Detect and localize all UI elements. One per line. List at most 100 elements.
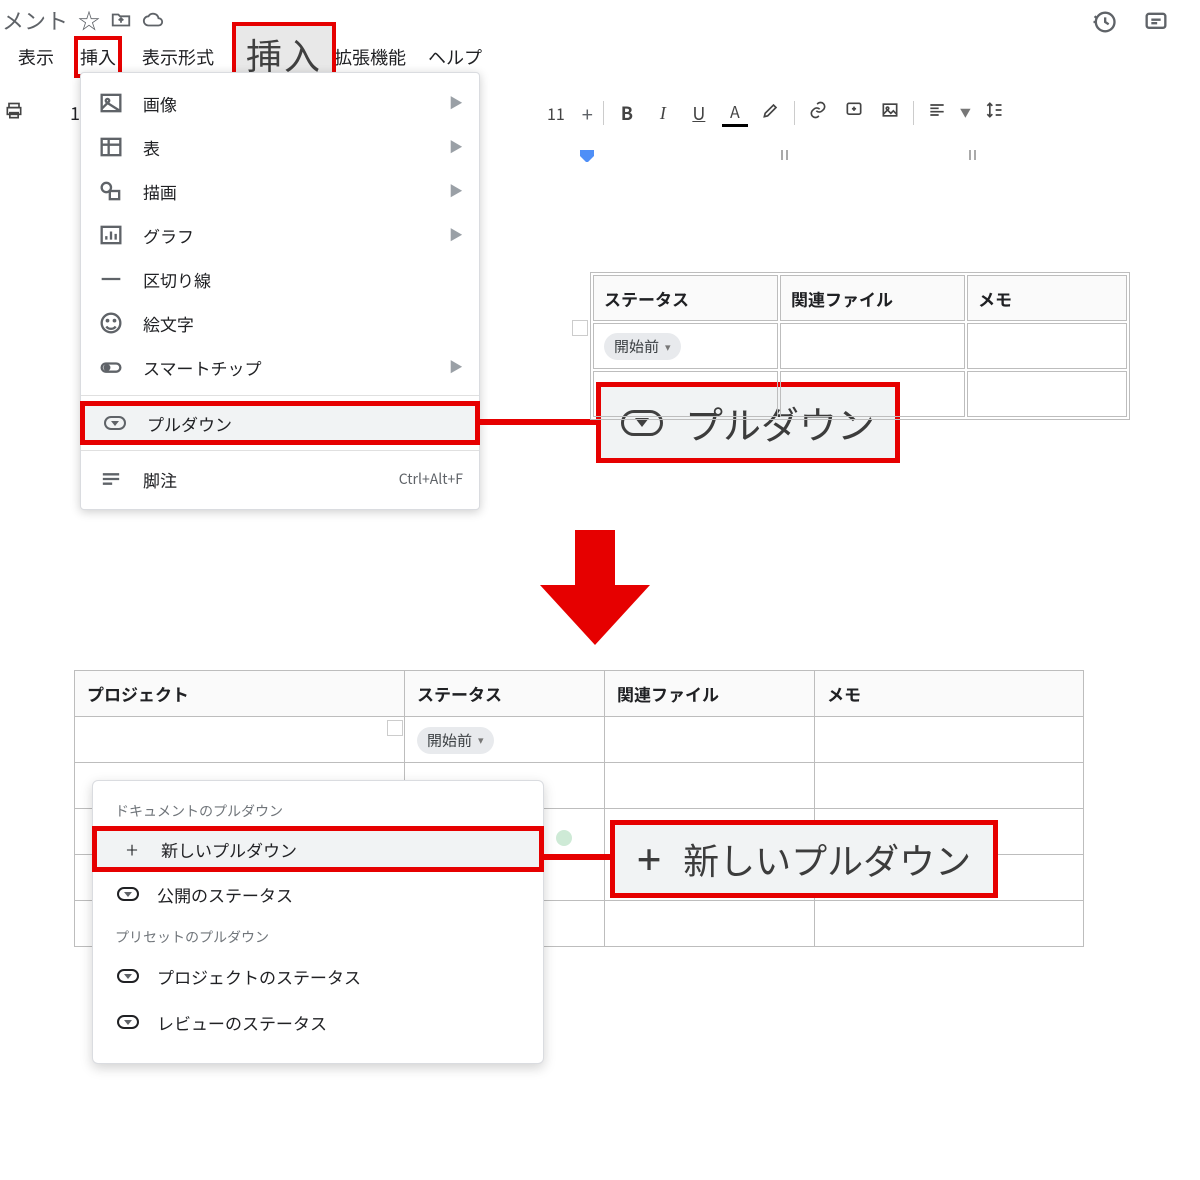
submenu-arrow-icon: ▶ bbox=[449, 93, 463, 113]
chip-green-icon bbox=[556, 830, 572, 846]
bold-button[interactable]: B bbox=[614, 100, 640, 126]
cloud-icon[interactable] bbox=[142, 9, 164, 31]
submenu-arrow-icon: ▶ bbox=[449, 181, 463, 201]
menu-view[interactable]: 表示 bbox=[16, 40, 56, 74]
menu-item-label: プルダウン bbox=[147, 411, 232, 436]
popup-item-label: 公開のステータス bbox=[157, 882, 293, 907]
popup-item-review-status[interactable]: レビューのステータス bbox=[93, 999, 543, 1045]
chart-icon bbox=[97, 221, 125, 249]
menu-item-emoji[interactable]: 絵文字 bbox=[81, 301, 479, 345]
menu-item-hr[interactable]: 区切り線 bbox=[81, 257, 479, 301]
new-pulldown-callout: + 新しいプルダウン bbox=[610, 820, 998, 898]
connector-line bbox=[540, 854, 610, 860]
insert-menu-dropdown: 画像 ▶ 表 ▶ 描画 ▶ グラフ ▶ 区切り線 絵文字 スマートチップ ▶ プ… bbox=[80, 72, 480, 510]
table-header: ステータス bbox=[593, 275, 778, 321]
title-right-icons bbox=[1090, 8, 1170, 36]
table-cell[interactable] bbox=[967, 323, 1127, 369]
menu-item-table[interactable]: 表 ▶ bbox=[81, 125, 479, 169]
submenu-arrow-icon: ▶ bbox=[449, 357, 463, 377]
popup-item-release-status[interactable]: 公開のステータス bbox=[93, 871, 543, 917]
table-header: 関連ファイル bbox=[605, 671, 815, 717]
popup-item-label: レビューのステータス bbox=[157, 1010, 327, 1035]
menu-item-label: 区切り線 bbox=[143, 267, 211, 292]
pulldown-popup: ドキュメントのプルダウン + 新しいプルダウン 公開のステータス プリセットのプ… bbox=[92, 780, 544, 1064]
divider bbox=[913, 101, 914, 125]
table-cell[interactable] bbox=[593, 371, 778, 417]
link-button[interactable] bbox=[805, 100, 831, 126]
menu-item-pulldown[interactable]: プルダウン bbox=[80, 401, 480, 445]
emoji-icon bbox=[97, 309, 125, 337]
star-icon[interactable]: ☆ bbox=[78, 9, 100, 31]
move-folder-icon[interactable] bbox=[110, 9, 132, 31]
table-header: プロジェクト bbox=[75, 671, 405, 717]
menu-item-drawing[interactable]: 描画 ▶ bbox=[81, 169, 479, 213]
menu-item-chart[interactable]: グラフ ▶ bbox=[81, 213, 479, 257]
menu-item-label: 絵文字 bbox=[143, 311, 194, 336]
chip-caret-icon: ▾ bbox=[478, 732, 484, 748]
smartchip-icon bbox=[97, 353, 125, 381]
submenu-arrow-icon: ▶ bbox=[449, 225, 463, 245]
table-cell[interactable] bbox=[780, 323, 965, 369]
divider bbox=[794, 101, 795, 125]
chip-caret-icon: ▾ bbox=[665, 339, 671, 355]
status-chip[interactable]: 開始前▾ bbox=[417, 727, 494, 754]
plus-icon: + bbox=[637, 836, 661, 882]
table-cell[interactable] bbox=[815, 717, 1084, 763]
connector-line bbox=[478, 419, 596, 425]
ruler-marker-icon[interactable] bbox=[578, 148, 596, 162]
menu-divider bbox=[81, 450, 479, 451]
pulldown-icon bbox=[101, 409, 129, 437]
highlight-button[interactable] bbox=[758, 100, 784, 126]
menu-item-smartchip[interactable]: スマートチップ ▶ bbox=[81, 345, 479, 389]
table-header: メモ bbox=[815, 671, 1084, 717]
table-cell[interactable] bbox=[75, 717, 405, 763]
text-color-button[interactable]: A bbox=[722, 99, 748, 127]
ruler-tab-icon[interactable] bbox=[778, 148, 792, 162]
underline-button[interactable]: U bbox=[686, 100, 712, 126]
menu-extensions[interactable]: 拡張機能 bbox=[332, 40, 408, 74]
popup-item-new-pulldown[interactable]: + 新しいプルダウン bbox=[92, 826, 544, 872]
dropdown-caret-icon: ▼ bbox=[960, 105, 971, 121]
menu-item-label: 描画 bbox=[143, 179, 177, 204]
add-comment-button[interactable] bbox=[841, 100, 867, 126]
menu-item-label: 画像 bbox=[143, 91, 177, 116]
font-size-plus[interactable]: + bbox=[582, 99, 593, 128]
menu-item-label: グラフ bbox=[143, 223, 194, 248]
insert-image-button[interactable] bbox=[877, 100, 903, 126]
popup-section-header: プリセットのプルダウン bbox=[93, 917, 543, 953]
print-icon[interactable] bbox=[4, 101, 24, 126]
menu-item-footnote[interactable]: 脚注 Ctrl+Alt+F bbox=[81, 457, 479, 501]
font-size[interactable]: 11 bbox=[540, 97, 572, 129]
popup-item-label: プロジェクトのステータス bbox=[157, 964, 361, 989]
table-header: ステータス bbox=[405, 671, 605, 717]
popup-item-project-status[interactable]: プロジェクトのステータス bbox=[93, 953, 543, 999]
plus-icon: + bbox=[119, 833, 145, 865]
table-cell[interactable]: 開始前▾ bbox=[405, 717, 605, 763]
table-cell[interactable] bbox=[605, 717, 815, 763]
doc-table-top: ステータス 関連ファイル メモ 開始前▾ bbox=[590, 272, 1130, 420]
table-cell[interactable]: 開始前▾ bbox=[593, 323, 778, 369]
pulldown-icon bbox=[115, 969, 141, 983]
italic-button[interactable]: I bbox=[650, 103, 676, 124]
comment-icon[interactable] bbox=[1142, 8, 1170, 36]
submenu-arrow-icon: ▶ bbox=[449, 137, 463, 157]
callout-label: 新しいプルダウン bbox=[683, 833, 971, 885]
menu-item-label: 脚注 bbox=[143, 467, 177, 492]
menu-item-image[interactable]: 画像 ▶ bbox=[81, 81, 479, 125]
cell-corner-handle[interactable] bbox=[387, 720, 403, 736]
menu-item-label: 表 bbox=[143, 135, 160, 160]
status-chip[interactable]: 開始前▾ bbox=[604, 333, 681, 360]
title-bar: メント ☆ bbox=[2, 4, 164, 36]
table-header: 関連ファイル bbox=[780, 275, 965, 321]
cell-corner-handle[interactable] bbox=[572, 320, 588, 336]
history-icon[interactable] bbox=[1090, 8, 1118, 36]
align-button[interactable] bbox=[924, 100, 950, 126]
menu-format[interactable]: 表示形式 bbox=[140, 40, 216, 74]
drawing-icon bbox=[97, 177, 125, 205]
ruler-tab-icon[interactable] bbox=[966, 148, 980, 162]
divider bbox=[603, 101, 604, 125]
pulldown-icon bbox=[115, 887, 141, 901]
menu-help[interactable]: ヘルプ bbox=[426, 40, 484, 74]
image-icon bbox=[97, 89, 125, 117]
linespacing-button[interactable] bbox=[981, 100, 1007, 126]
